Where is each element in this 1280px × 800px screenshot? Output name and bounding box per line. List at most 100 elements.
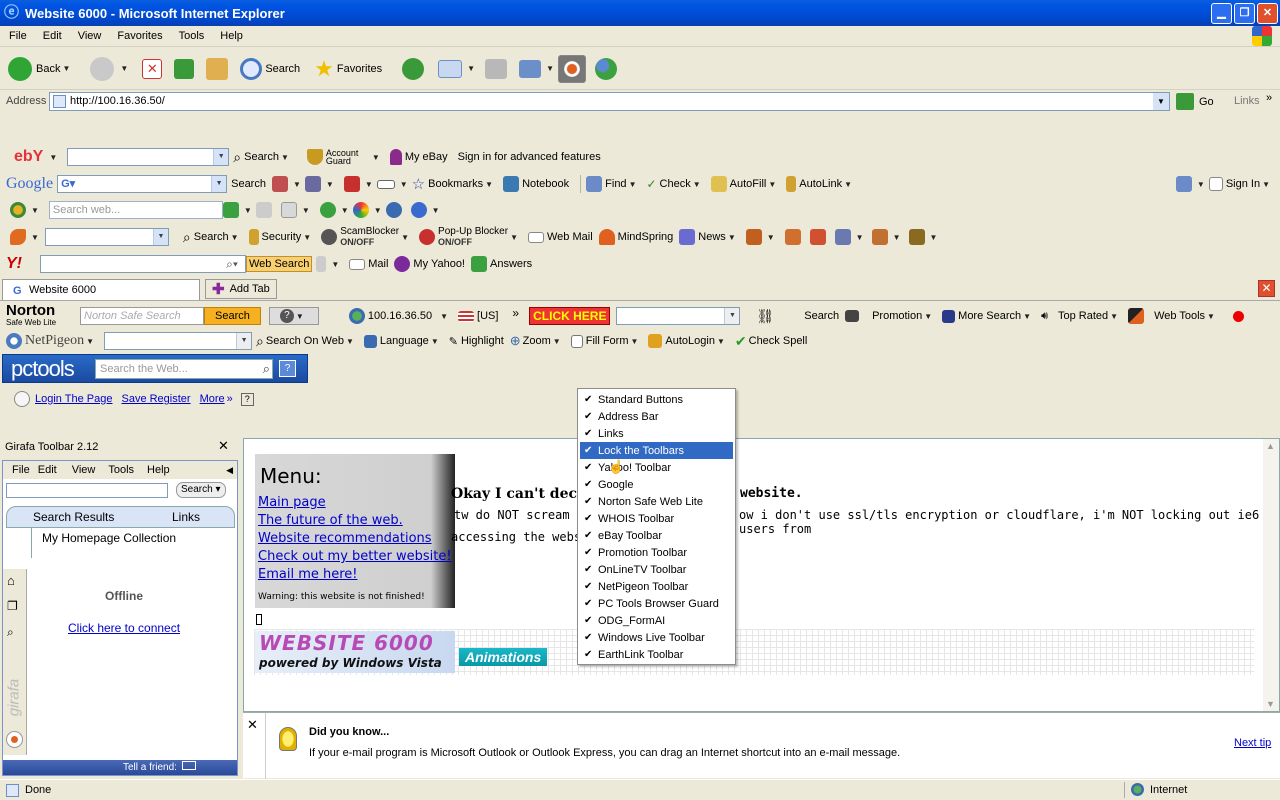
my-yahoo-button[interactable]: My Yahoo! <box>394 256 465 272</box>
envelope-icon[interactable] <box>181 761 196 770</box>
menu-favorites[interactable]: Favorites <box>117 30 162 42</box>
whois-ip-button[interactable]: 100.16.36.50 ▼ <box>348 308 452 324</box>
girafa-menu-help[interactable]: Help <box>147 464 170 476</box>
pctools-search-input[interactable]: Search the Web... ⌕ <box>95 358 273 379</box>
google-search-button[interactable]: Search <box>231 178 266 190</box>
address-input[interactable]: http://100.16.36.50/ ▼ <box>49 92 1170 111</box>
print-icon[interactable] <box>485 58 508 79</box>
close-tab-icon[interactable]: ✕ <box>1258 280 1275 297</box>
ebay-sign-in[interactable]: Sign in for advanced features <box>458 151 601 163</box>
link-email[interactable]: Email me here! <box>258 566 455 584</box>
language-button[interactable]: Language ▼ <box>363 334 443 348</box>
pages-icon[interactable]: ❐ <box>7 599 18 613</box>
bag-icon[interactable] <box>871 229 888 245</box>
menu-tools[interactable]: Tools <box>179 30 205 42</box>
chevron-icon[interactable]: » <box>1266 92 1272 104</box>
news-icon[interactable] <box>271 176 288 192</box>
menu-file[interactable]: File <box>9 30 27 42</box>
tell-a-friend-link[interactable]: Tell a friend: <box>123 762 177 773</box>
animations-badge[interactable]: Animations <box>459 648 548 666</box>
target-icon[interactable] <box>558 54 586 83</box>
add-tab-button[interactable]: ✚ Add Tab <box>205 279 277 299</box>
more-chevron-icon[interactable]: » <box>227 393 233 405</box>
girafa-search-input[interactable] <box>6 483 168 498</box>
link-future-of-web[interactable]: The future of the web. <box>258 512 455 530</box>
scroll-up-icon[interactable]: ▲ <box>1266 441 1275 451</box>
context-menu-item[interactable]: ✔ eBay Toolbar <box>580 527 733 544</box>
edit-icon[interactable] <box>519 59 542 78</box>
web-tools-button[interactable]: Web Tools ▼ <box>1128 308 1219 324</box>
live-search-icon[interactable] <box>222 202 239 218</box>
next-tip-link[interactable]: Next tip <box>1234 737 1271 749</box>
close-button[interactable]: ✕ <box>1257 3 1278 24</box>
autolink-button[interactable]: AutoLink ▼ <box>786 176 856 192</box>
mail-icon[interactable] <box>438 59 463 78</box>
notebook-button[interactable]: Notebook <box>503 176 569 192</box>
menu-view[interactable]: View <box>78 30 102 42</box>
go-button[interactable]: Go <box>1176 93 1214 110</box>
forward-button[interactable] <box>90 56 115 81</box>
fill-form-button[interactable]: Fill Form ▼ <box>570 334 643 348</box>
tools-icon[interactable] <box>834 229 851 245</box>
window-icon[interactable] <box>280 202 297 218</box>
tab-search-results[interactable]: Search Results <box>33 510 114 524</box>
rectangle-icon[interactable] <box>376 179 395 189</box>
find-button[interactable]: Find ▼ <box>586 176 640 192</box>
context-menu-item[interactable]: ✔ OnLineTV Toolbar <box>580 561 733 578</box>
context-menu-item[interactable]: ✔ WHOIS Toolbar <box>580 510 733 527</box>
google-search-input[interactable]: G▾ ▼ <box>57 175 228 193</box>
tab-website-6000[interactable]: G Website 6000 <box>2 279 200 300</box>
girafa-search-button[interactable]: Search ▾ <box>176 482 226 498</box>
context-menu-item[interactable]: ✔ Yahoo! Toolbar <box>580 459 733 476</box>
binoculars-icon[interactable]: ⛓ <box>756 308 774 325</box>
earthlink-search-input[interactable]: ▼ <box>44 228 169 246</box>
scamblocker-button[interactable]: ScamBlocker ON/OFF ▼ <box>321 227 413 247</box>
girafa-menu-file[interactable]: File <box>12 464 30 476</box>
google-sign-in-button[interactable]: Sign In ▼ <box>1208 177 1274 191</box>
search-button[interactable]: Search <box>240 57 300 80</box>
context-menu-item[interactable]: ✔ ODG_FormAI <box>580 612 733 629</box>
google-logo[interactable]: Google <box>6 175 53 193</box>
context-menu-item[interactable]: ✔ EarthLink Toolbar <box>580 646 733 663</box>
live-logo-icon[interactable] <box>10 202 26 218</box>
login-the-page-link[interactable]: Login The Page <box>35 393 112 405</box>
mindspring-button[interactable]: MindSpring <box>598 229 673 245</box>
context-menu-item[interactable]: ✔ Promotion Toolbar <box>580 544 733 561</box>
gear-icon[interactable] <box>784 229 801 245</box>
website-6000-banner[interactable]: WEBSITE 6000 powered by Windows Vista <box>255 631 455 673</box>
promotion-input[interactable]: ▼ <box>616 307 741 325</box>
puzzle-icon[interactable] <box>304 176 321 192</box>
save-register-link[interactable]: Save Register <box>121 393 190 405</box>
news-button[interactable]: News ▼ <box>679 229 739 245</box>
country-flag[interactable]: [US] <box>458 310 498 322</box>
menu-edit[interactable]: Edit <box>43 30 62 42</box>
netpigeon-search-input[interactable]: ▼ <box>104 332 253 350</box>
autologin-button[interactable]: AutoLogin ▼ <box>648 334 728 348</box>
norton-help-button[interactable]: ? ▼ <box>268 307 319 325</box>
more-chevron-icon[interactable]: » <box>512 306 519 320</box>
netpigeon-logo[interactable]: NetPigeon ▼ <box>6 333 98 349</box>
girafa-menu-view[interactable]: View <box>72 464 96 476</box>
my-icon[interactable] <box>908 229 925 245</box>
connect-link[interactable]: Click here to connect <box>68 621 180 635</box>
links-label[interactable]: Links <box>1234 95 1260 107</box>
context-menu-item[interactable]: ✔ Google <box>580 476 733 493</box>
one-care-icon[interactable] <box>385 202 402 218</box>
tip-close-icon[interactable]: ✕ <box>247 717 258 733</box>
girafa-collapse-icon[interactable]: ◀ <box>226 465 233 476</box>
girafa-close-icon[interactable]: ✕ <box>218 438 229 454</box>
ebay-search-button[interactable]: ⌕ Search ▼ <box>233 149 293 166</box>
history-icon[interactable] <box>402 57 425 80</box>
girafa-menu-edit[interactable]: Edit <box>38 464 57 476</box>
link-main-page[interactable]: Main page <box>258 494 455 512</box>
context-menu-item[interactable]: ✔ Standard Buttons <box>580 391 733 408</box>
zoom-button[interactable]: ⊕ Zoom ▼ <box>510 333 565 349</box>
norton-search-input[interactable]: Norton Safe Search <box>80 307 204 325</box>
web-search-button[interactable]: Web Search <box>246 256 313 272</box>
home-icon[interactable]: ⌂ <box>7 573 15 588</box>
game-icon[interactable] <box>745 229 762 245</box>
link-better-website[interactable]: Check out my better website! <box>258 548 455 566</box>
highlight-button[interactable]: ✎ Highlight <box>449 335 504 348</box>
answers-button[interactable]: Answers <box>471 256 532 272</box>
context-menu-item[interactable]: ✔ PC Tools Browser Guard <box>580 595 733 612</box>
